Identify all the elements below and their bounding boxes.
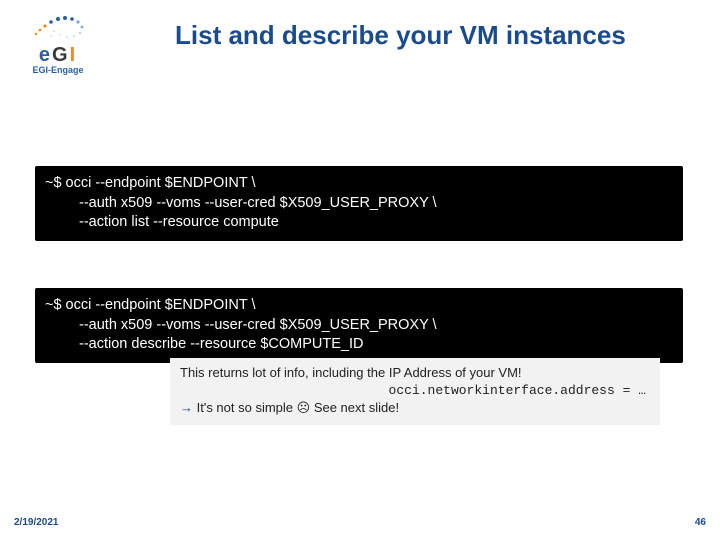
code-block-describe: ~$ occi --endpoint $ENDPOINT \ --auth x5…	[35, 288, 683, 363]
note-box: This returns lot of info, including the …	[170, 358, 660, 425]
code-block-list: ~$ occi --endpoint $ENDPOINT \ --auth x5…	[35, 166, 683, 241]
footer-page-number: 46	[695, 517, 706, 528]
logo-letter-e: e	[39, 44, 52, 66]
note-line-3: → It's not so simple ☹ See next slide!	[180, 399, 650, 417]
code-line: --action describe --resource $COMPUTE_ID	[45, 335, 673, 355]
note-mono: occi.networkinterface.address = …	[180, 382, 650, 400]
slide: eGI EGI-Engage List and describe your VM…	[0, 0, 720, 540]
code-line: --action list --resource compute	[45, 213, 673, 233]
logo-text: eGI	[8, 44, 108, 67]
note-text: See next slide!	[310, 400, 399, 415]
code-line: ~$ occi --endpoint $ENDPOINT \	[45, 297, 255, 313]
footer-date: 2/19/2021	[14, 517, 59, 528]
logo-swirl-icon	[18, 6, 98, 44]
logo: eGI EGI-Engage	[8, 6, 108, 71]
code-line: --auth x509 --voms --user-cred $X509_USE…	[45, 194, 673, 214]
logo-subtitle: EGI-Engage	[8, 65, 108, 75]
code-line: --auth x509 --voms --user-cred $X509_USE…	[45, 316, 673, 336]
page-title: List and describe your VM instances	[175, 20, 626, 51]
logo-letter-g: G	[52, 44, 70, 66]
note-text: It's not so simple	[193, 400, 297, 415]
logo-letter-i: I	[70, 44, 78, 66]
arrow-icon: →	[180, 400, 193, 415]
note-line-1: This returns lot of info, including the …	[180, 364, 650, 382]
sad-face-icon: ☹	[297, 400, 311, 415]
code-line: ~$ occi --endpoint $ENDPOINT \	[45, 175, 255, 191]
